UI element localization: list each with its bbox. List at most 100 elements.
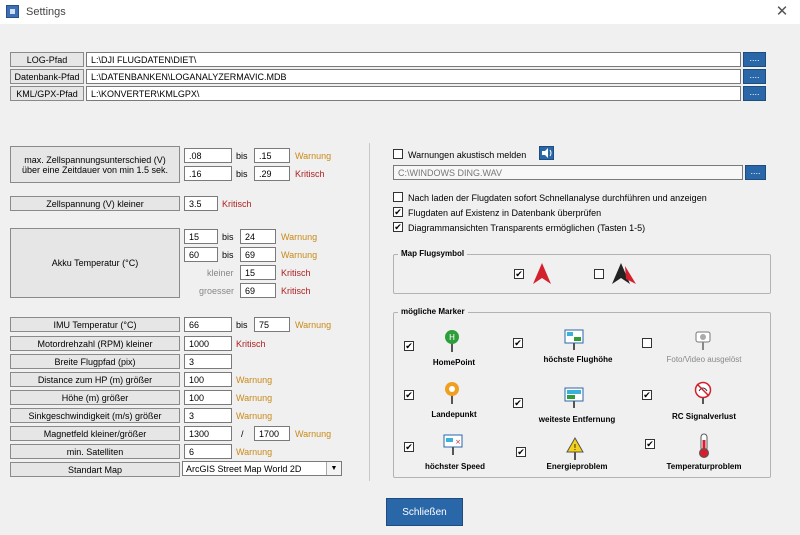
- kml-path-browse-button[interactable]: ....: [743, 86, 766, 101]
- flight-symbol-group: [393, 254, 771, 294]
- critical-text: Kritisch: [281, 286, 311, 296]
- cell-diff-crit-to-input[interactable]: .29: [254, 166, 290, 181]
- magnet-label: Magnetfeld kleiner/größer: [10, 426, 180, 441]
- akku-r2-from-input[interactable]: 60: [184, 247, 218, 262]
- close-button[interactable]: Schließen: [386, 498, 463, 526]
- akku-r1-to-input[interactable]: 24: [240, 229, 276, 244]
- marker-max-distance-checkbox[interactable]: ✔: [513, 398, 523, 408]
- transparency-checkbox[interactable]: ✔: [393, 222, 403, 232]
- svg-text:×: ×: [455, 438, 461, 446]
- max-distance-icon: [564, 387, 584, 408]
- warning-text: Warnung: [236, 447, 273, 457]
- db-path-browse-button[interactable]: ....: [743, 69, 766, 84]
- marker-temperature-label: Temperaturproblem: [666, 462, 742, 471]
- db-existence-label: Flugdaten auf Existenz in Datenbank über…: [408, 208, 602, 218]
- akku-kleiner-input[interactable]: 15: [240, 265, 276, 280]
- path-width-label: Breite Flugpfad (pix): [10, 354, 180, 369]
- critical-text: Kritisch: [295, 169, 325, 179]
- bis-text: bis: [222, 250, 234, 260]
- standard-map-select[interactable]: ArcGIS Street Map World 2D ▼: [182, 461, 342, 476]
- landing-point-icon: [445, 382, 459, 404]
- cell-voltage-label: Zellspannung (V) kleiner: [10, 196, 180, 211]
- kml-path-input[interactable]: L:\KONVERTER\KMLGPX\: [86, 86, 741, 101]
- log-path-browse-button[interactable]: ....: [743, 52, 766, 67]
- slash-text: /: [241, 429, 244, 439]
- cell-diff-label-line2: über eine Zeitdauer von min 1.5 sek.: [21, 164, 169, 175]
- thermometer-icon: [699, 433, 709, 458]
- warning-text: Warnung: [295, 429, 332, 439]
- bis-text: bis: [222, 232, 234, 242]
- homepoint-icon: H: [445, 330, 459, 352]
- marker-landing-label: Landepunkt: [431, 410, 477, 419]
- marker-landing-checkbox[interactable]: ✔: [404, 390, 414, 400]
- kml-path-label: KML/GPX-Pfad: [10, 86, 84, 101]
- svg-text:H: H: [449, 333, 455, 342]
- marker-rc-loss-checkbox[interactable]: ✔: [642, 390, 652, 400]
- path-width-input[interactable]: 3: [184, 354, 232, 369]
- max-height-icon: [564, 329, 584, 350]
- akku-r1-from-input[interactable]: 15: [184, 229, 218, 244]
- akku-groesser-input[interactable]: 69: [240, 283, 276, 298]
- bis-text: bis: [236, 169, 248, 179]
- sound-file-browse-button[interactable]: ....: [745, 165, 766, 180]
- magnet-from-input[interactable]: 1300: [184, 426, 232, 441]
- speaker-icon[interactable]: [539, 146, 554, 160]
- window-title: Settings: [26, 6, 66, 18]
- motor-rpm-input[interactable]: 1000: [184, 336, 232, 351]
- warning-text: Warnung: [295, 151, 332, 161]
- section-divider: [369, 143, 370, 481]
- akku-temp-label: Akku Temperatur (°C): [10, 228, 180, 298]
- motor-rpm-label: Motordrehzahl (RPM) kleiner: [10, 336, 180, 351]
- flight-symbol-2-checkbox[interactable]: [594, 269, 604, 279]
- close-window-icon[interactable]: ✕: [770, 2, 794, 22]
- cell-diff-label-line1: max. Zellspannungsunterschied (V): [24, 154, 166, 165]
- akku-kleiner-label: kleiner: [207, 268, 234, 278]
- height-label: Höhe (m) größer: [10, 390, 180, 405]
- critical-text: Kritisch: [281, 268, 311, 278]
- cell-diff-crit-from-input[interactable]: .16: [184, 166, 232, 181]
- marker-title: mögliche Marker: [398, 307, 468, 316]
- min-sats-input[interactable]: 6: [184, 444, 232, 459]
- marker-energy-checkbox[interactable]: ✔: [516, 447, 526, 457]
- imu-to-input[interactable]: 75: [254, 317, 290, 332]
- akku-r2-to-input[interactable]: 69: [240, 247, 276, 262]
- sound-file-input[interactable]: C:\WINDOWS DING.WAV: [393, 165, 743, 180]
- sound-warnings-label: Warnungen akustisch melden: [408, 150, 527, 160]
- energy-warning-icon: !: [566, 437, 584, 460]
- quick-analysis-checkbox[interactable]: [393, 192, 403, 202]
- db-existence-checkbox[interactable]: ✔: [393, 207, 403, 217]
- critical-text: Kritisch: [222, 199, 252, 209]
- marker-homepoint-label: HomePoint: [432, 358, 476, 367]
- app-icon: [6, 5, 19, 18]
- magnet-to-input[interactable]: 1700: [254, 426, 290, 441]
- distance-hp-input[interactable]: 100: [184, 372, 232, 387]
- cell-diff-warn-to-input[interactable]: .15: [254, 148, 290, 163]
- warning-text: Warnung: [236, 393, 273, 403]
- warning-text: Warnung: [236, 375, 273, 385]
- sink-speed-label: Sinkgeschwindigkeit (m/s) größer: [10, 408, 180, 423]
- cell-diff-label: max. Zellspannungsunterschied (V) über e…: [10, 146, 180, 183]
- height-input[interactable]: 100: [184, 390, 232, 405]
- marker-photo-checkbox[interactable]: [642, 338, 652, 348]
- imu-from-input[interactable]: 66: [184, 317, 232, 332]
- marker-temperature-checkbox[interactable]: ✔: [645, 439, 655, 449]
- sound-warnings-checkbox[interactable]: [393, 149, 403, 159]
- log-path-input[interactable]: L:\DJI FLUGDATEN\DIET\: [86, 52, 741, 67]
- bis-text: bis: [236, 151, 248, 161]
- marker-max-speed-checkbox[interactable]: ✔: [404, 442, 414, 452]
- arrow-symbol-red-icon: [533, 263, 551, 284]
- flight-symbol-title: Map Flugsymbol: [398, 249, 468, 258]
- marker-homepoint-checkbox[interactable]: ✔: [404, 341, 414, 351]
- cell-voltage-input[interactable]: 3.5: [184, 196, 218, 211]
- db-path-input[interactable]: L:\DATENBANKEN\LOGANALYZERMAVIC.MDB: [86, 69, 741, 84]
- rc-signal-loss-icon: [694, 381, 712, 404]
- flight-symbol-1-checkbox[interactable]: ✔: [514, 269, 524, 279]
- marker-max-height-checkbox[interactable]: ✔: [513, 338, 523, 348]
- akku-groesser-label: groesser: [199, 286, 235, 296]
- cell-diff-warn-from-input[interactable]: .08: [184, 148, 232, 163]
- sink-speed-input[interactable]: 3: [184, 408, 232, 423]
- critical-text: Kritisch: [236, 339, 266, 349]
- imu-temp-label: IMU Temperatur (°C): [10, 317, 180, 332]
- warning-text: Warnung: [236, 411, 273, 421]
- chevron-down-icon[interactable]: ▼: [326, 462, 341, 475]
